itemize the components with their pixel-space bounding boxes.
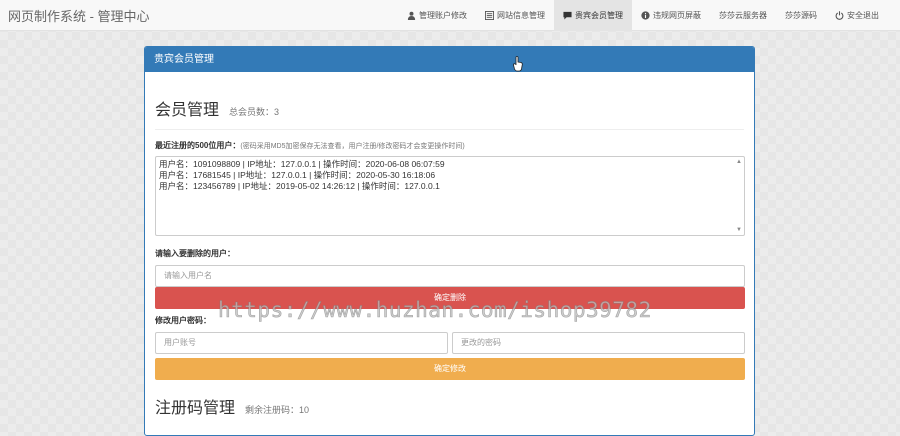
comment-icon: [563, 11, 572, 20]
recent-users-log[interactable]: 用户名：1091098809 | IP地址：127.0.0.1 | 操作时间：2…: [155, 156, 745, 236]
nav-item-block-pages[interactable]: 违规网页屏蔽: [632, 0, 710, 31]
panel-body: 会员管理 总会员数：3 最近注册的500位用户：(密码采用MD5加密保存无法查看…: [145, 96, 754, 417]
nav-menu: 管理账户修改 网站信息管理 贵宾会员管理 违规网页屏蔽 莎莎云服务器 莎莎源码: [398, 0, 888, 31]
divider: [155, 129, 744, 130]
top-navbar: 网页制作系统 - 管理中心 管理账户修改 网站信息管理 贵宾会员管理 违规网页屏…: [0, 0, 900, 31]
delete-username-input[interactable]: 请输入用户名: [155, 265, 745, 287]
nav-item-site-info[interactable]: 网站信息管理: [476, 0, 554, 31]
info-circle-icon: [641, 11, 650, 20]
user-icon: [407, 11, 416, 20]
scroll-up-arrow-icon[interactable]: ▲: [735, 158, 743, 166]
member-section-title: 会员管理: [155, 102, 220, 119]
watermark-text: https://www.huzhan.com/ishop39782: [218, 298, 652, 323]
confirm-change-button[interactable]: 确定修改: [155, 358, 745, 380]
nav-item-label: 网站信息管理: [497, 11, 545, 20]
panel-heading: 贵宾会员管理: [145, 47, 754, 72]
power-icon: [835, 11, 844, 20]
nav-item-admin-account[interactable]: 管理账户修改: [398, 0, 476, 31]
delete-user-label: 请输入要删除的用户：: [155, 249, 235, 258]
app-title: 网页制作系统 - 管理中心: [8, 9, 150, 24]
user-account-input[interactable]: 用户账号: [155, 332, 448, 354]
nav-item-vip-members[interactable]: 贵宾会员管理: [554, 0, 632, 31]
mouse-pointer-icon: [513, 56, 523, 72]
member-section-header: 会员管理 总会员数：3: [155, 96, 744, 119]
nav-item-cloud-server[interactable]: 莎莎云服务器: [710, 0, 776, 31]
list-icon: [485, 11, 494, 20]
recent-users-note: (密码采用MD5加密保存无法查看，用户注册/修改密码才会变更操作时间): [240, 143, 465, 150]
nav-item-label: 莎莎云服务器: [719, 11, 767, 20]
recent-users-label-text: 最近注册的500位用户：: [155, 141, 241, 150]
new-password-input[interactable]: 更改的密码: [452, 332, 745, 354]
member-count: 总会员数：3: [229, 107, 280, 117]
recent-users-label: 最近注册的500位用户：(密码采用MD5加密保存无法查看，用户注册/修改密码才会…: [155, 140, 744, 151]
change-password-row: 用户账号 更改的密码: [155, 332, 745, 354]
nav-item-source-code[interactable]: 莎莎源码: [776, 0, 826, 31]
scroll-down-arrow-icon[interactable]: ▼: [735, 226, 743, 234]
nav-item-label: 管理账户修改: [419, 11, 467, 20]
nav-item-label: 安全退出: [847, 11, 879, 20]
regcode-section-title: 注册码管理: [155, 400, 236, 417]
regcode-remaining: 剩余注册码：10: [245, 405, 310, 415]
log-line: 用户名：1091098809 | IP地址：127.0.0.1 | 操作时间：2…: [159, 159, 445, 169]
nav-item-label: 违规网页屏蔽: [653, 11, 701, 20]
regcode-section-header: 注册码管理 剩余注册码：10: [155, 394, 744, 417]
log-line: 用户名：17681545 | IP地址：127.0.0.1 | 操作时间：202…: [159, 170, 436, 180]
nav-item-label: 贵宾会员管理: [575, 11, 623, 20]
vip-member-panel: 贵宾会员管理 会员管理 总会员数：3 最近注册的500位用户：(密码采用MD5加…: [144, 46, 755, 436]
log-line: 用户名：123456789 | IP地址：2019-05-02 14:26:12…: [159, 181, 440, 191]
nav-item-logout[interactable]: 安全退出: [826, 0, 888, 31]
nav-item-label: 莎莎源码: [785, 11, 817, 20]
